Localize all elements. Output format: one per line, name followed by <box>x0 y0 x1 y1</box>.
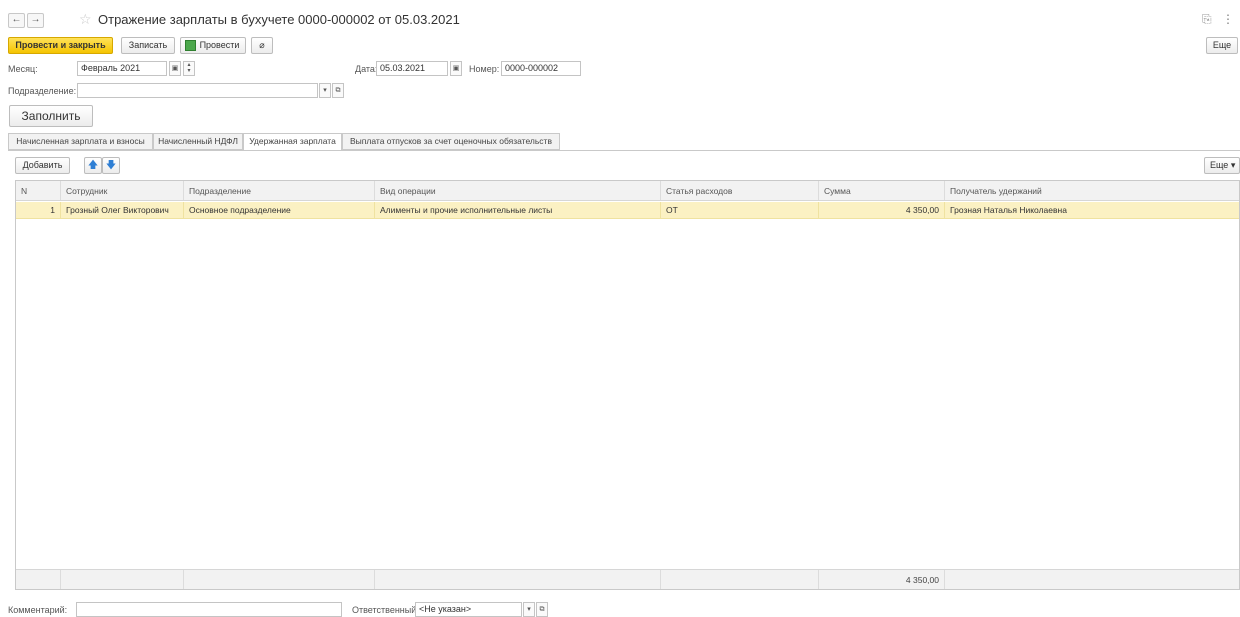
tab-divider <box>8 150 1240 151</box>
cell-operation[interactable]: Алименты и прочие исполнительные листы <box>375 202 661 218</box>
responsible-open-button[interactable]: ⧉ <box>536 602 548 617</box>
footer-cell <box>184 570 375 589</box>
footer-cell <box>61 570 184 589</box>
footer-cell <box>375 570 661 589</box>
column-header-employee[interactable]: Сотрудник <box>61 181 184 200</box>
open-link-icon: ⧉ <box>539 606 545 613</box>
post-button-label: Провести <box>199 40 240 50</box>
tab-accrued-ndfl[interactable]: Начисленный НДФЛ <box>153 133 243 150</box>
forward-button[interactable]: → <box>27 13 44 28</box>
footer-cell <box>945 570 1239 589</box>
paperclip-icon: ⌀ <box>259 40 265 50</box>
calendar-icon: ▣ <box>452 65 460 72</box>
column-header-division[interactable]: Подразделение <box>184 181 375 200</box>
division-open-button[interactable]: ⧉ <box>332 83 344 98</box>
link-icon[interactable]: ⎘ <box>1202 12 1212 27</box>
post-and-close-button[interactable]: Провести и закрыть <box>8 37 113 54</box>
responsible-dropdown-button[interactable]: ▾ <box>523 602 535 617</box>
move-down-button[interactable]: 🡇 <box>102 157 120 174</box>
number-label: Номер: <box>469 64 500 74</box>
column-header-n[interactable]: N <box>16 181 61 200</box>
month-stepper[interactable]: ▴ ▾ <box>183 61 195 76</box>
post-doc-icon <box>185 40 196 51</box>
stepper-icon: ▴ ▾ <box>187 62 191 74</box>
table-row[interactable]: 1 Грозный Олег Викторович Основное подра… <box>16 202 1239 219</box>
cell-division[interactable]: Основное подразделение <box>184 202 375 218</box>
division-field[interactable] <box>77 83 318 98</box>
cell-amount[interactable]: 4 350,00 <box>819 202 945 218</box>
column-header-operation[interactable]: Вид операции <box>375 181 661 200</box>
more-button[interactable]: Еще <box>1206 37 1238 54</box>
number-field[interactable]: 0000-000002 <box>501 61 581 76</box>
favorite-star-icon[interactable]: ☆ <box>79 11 92 28</box>
fill-button[interactable]: Заполнить <box>9 105 93 127</box>
division-label: Подразделение: <box>8 86 77 96</box>
open-link-icon: ⧉ <box>335 87 341 94</box>
table-more-button[interactable]: Еще ▾ <box>1204 157 1240 174</box>
total-amount: 4 350,00 <box>819 570 945 589</box>
column-header-expense-item[interactable]: Статья расходов <box>661 181 819 200</box>
division-dropdown-button[interactable]: ▾ <box>319 83 331 98</box>
add-row-button[interactable]: Добавить <box>15 157 70 174</box>
footer-cell <box>16 570 61 589</box>
cell-n[interactable]: 1 <box>16 202 61 218</box>
table-header: N Сотрудник Подразделение Вид операции С… <box>16 181 1239 201</box>
footer-cell <box>661 570 819 589</box>
move-up-button[interactable]: 🡅 <box>84 157 102 174</box>
tab-vacation-payments[interactable]: Выплата отпусков за счет оценочных обяза… <box>342 133 560 150</box>
arrow-down-icon: 🡇 <box>105 160 117 171</box>
responsible-field[interactable]: <Не указан> <box>415 602 522 617</box>
month-field[interactable]: Февраль 2021 <box>77 61 167 76</box>
attach-button[interactable]: ⌀ <box>251 37 273 54</box>
column-header-amount[interactable]: Сумма <box>819 181 945 200</box>
calendar-icon: ▣ <box>171 65 179 72</box>
date-label: Дата: <box>355 64 378 74</box>
tab-withheld-salary[interactable]: Удержанная зарплата <box>243 133 342 151</box>
arrow-up-icon: 🡅 <box>87 160 99 171</box>
tab-accrued-salary[interactable]: Начисленная зарплата и взносы <box>8 133 153 150</box>
date-calendar-button[interactable]: ▣ <box>450 61 462 76</box>
column-header-recipient[interactable]: Получатель удержаний <box>945 181 1239 200</box>
withheld-salary-table: N Сотрудник Подразделение Вид операции С… <box>15 180 1240 590</box>
back-button[interactable]: ← <box>8 13 25 28</box>
page-title: Отражение зарплаты в бухучете 0000-00000… <box>98 12 460 27</box>
month-calendar-button[interactable]: ▣ <box>169 61 181 76</box>
comment-field[interactable] <box>76 602 342 617</box>
save-button[interactable]: Записать <box>121 37 175 54</box>
cell-employee[interactable]: Грозный Олег Викторович <box>61 202 184 218</box>
kebab-menu-icon[interactable]: ⋮ <box>1222 12 1234 26</box>
cell-recipient[interactable]: Грозная Наталья Николаевна <box>945 202 1239 218</box>
month-label: Месяц: <box>8 64 38 74</box>
chevron-down-icon: ▾ <box>323 87 327 94</box>
cell-expense-item[interactable]: ОТ <box>661 202 819 218</box>
chevron-down-icon: ▾ <box>527 606 531 613</box>
date-field[interactable]: 05.03.2021 <box>376 61 448 76</box>
comment-label: Комментарий: <box>8 605 68 615</box>
table-footer: 4 350,00 <box>16 569 1239 589</box>
post-button[interactable]: Провести <box>180 37 246 54</box>
responsible-label: Ответственный: <box>352 605 419 615</box>
